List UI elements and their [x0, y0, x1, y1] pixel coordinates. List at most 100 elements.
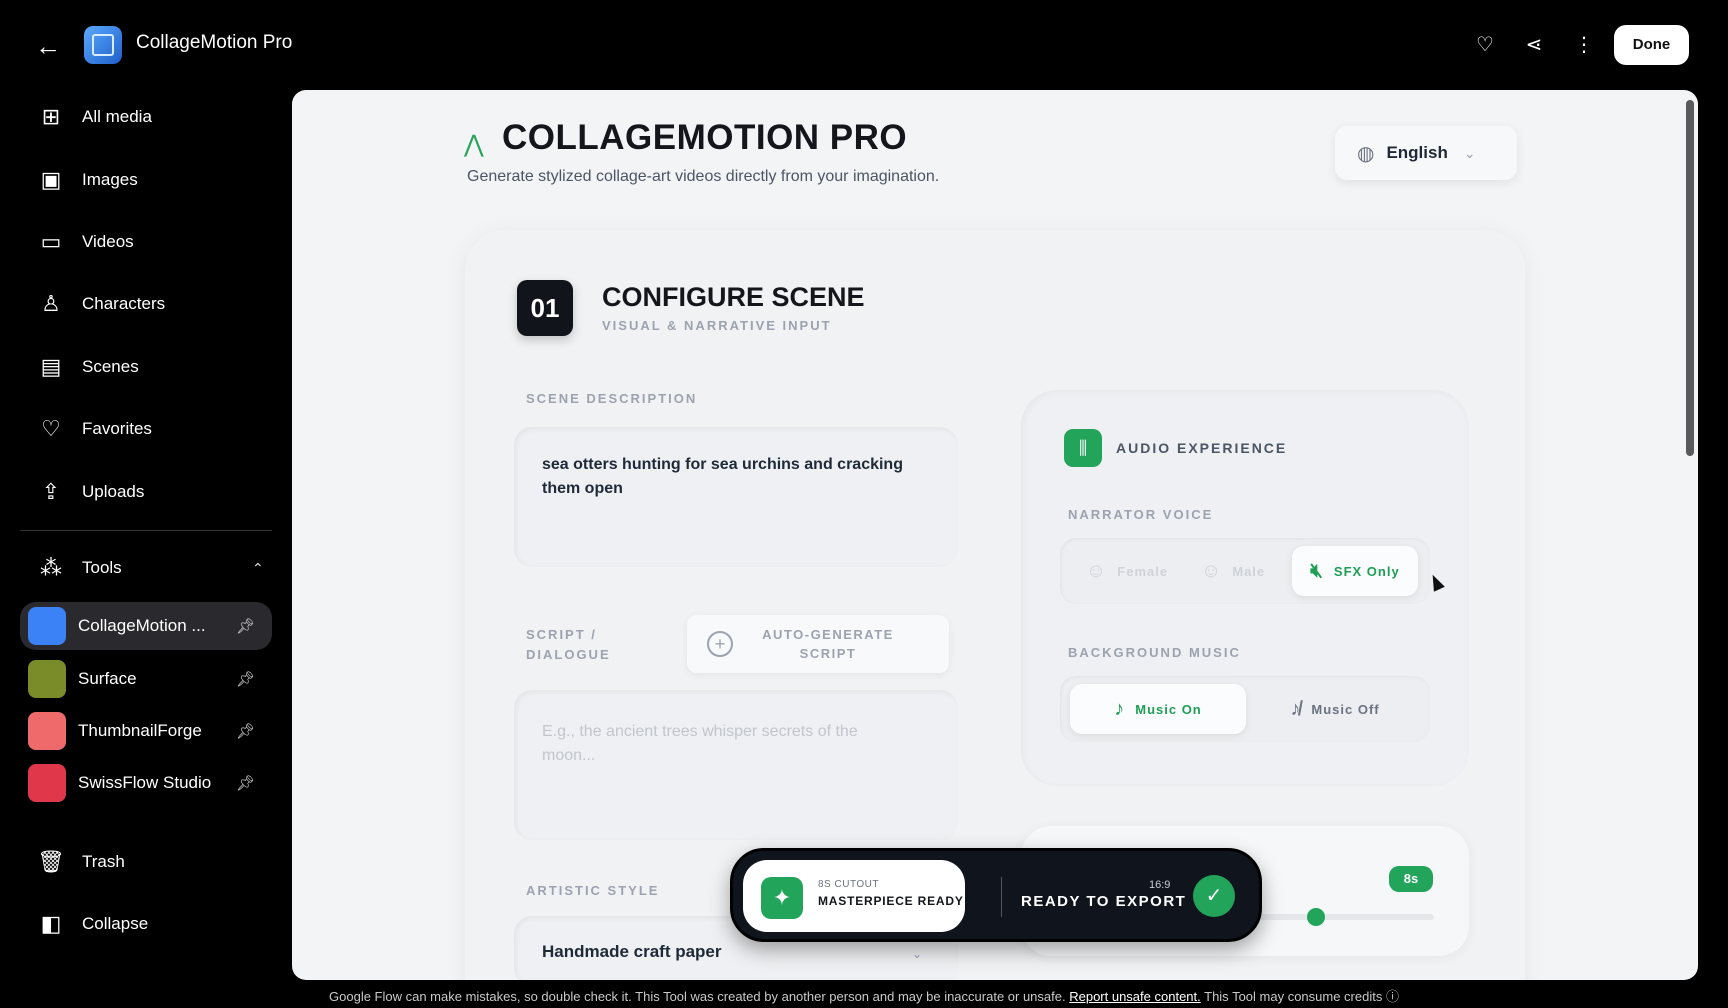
- narrator-male-option[interactable]: ☺ Male: [1188, 546, 1278, 596]
- auto-generate-script-button[interactable]: + AUTO-GENERATE SCRIPT: [687, 615, 949, 673]
- plus-circle-icon: +: [707, 631, 733, 657]
- music-note-icon: ♪: [1114, 697, 1126, 720]
- background-music-label: BACKGROUND MUSIC: [1068, 645, 1241, 660]
- sidebar: ⊞ All media ▣ Images ▭ Videos ♙ Characte…: [0, 90, 290, 1008]
- step-subtitle: VISUAL & NARRATIVE INPUT: [602, 318, 832, 333]
- male-face-icon: ☺: [1200, 559, 1223, 582]
- scene-description-value: sea otters hunting for sea urchins and c…: [542, 456, 903, 497]
- upload-icon: ⇪: [41, 479, 61, 504]
- music-off-label: Music Off: [1311, 701, 1380, 717]
- disclaimer-text: Google Flow can make mistakes, so double…: [329, 989, 1070, 1004]
- script-placeholder: E.g., the ancient trees whisper secrets …: [542, 723, 858, 764]
- tool-item-surface[interactable]: Surface 📌︎: [20, 655, 272, 703]
- info-icon[interactable]: ⓘ: [1386, 989, 1399, 1004]
- audio-wave-icon: ⫼: [1064, 429, 1102, 467]
- tool-item-thumbnailforge[interactable]: ThumbnailForge 📌︎: [20, 707, 272, 755]
- tools-label: Tools: [82, 558, 122, 577]
- audio-title: AUDIO EXPERIENCE: [1116, 440, 1288, 456]
- pin-icon[interactable]: 📌︎: [236, 774, 255, 792]
- toast-big-label: MASTERPIECE READY: [818, 894, 964, 908]
- sidebar-item-all-media[interactable]: ⊞ All media: [20, 90, 272, 144]
- collapse-icon: ◧: [40, 911, 62, 936]
- auto-generate-line2: SCRIPT: [799, 646, 857, 661]
- language-select[interactable]: ◍ English ⌄: [1335, 126, 1517, 180]
- surface-tool-icon: [28, 660, 66, 698]
- disclaimer-footer: Google Flow can make mistakes, so double…: [0, 986, 1728, 1005]
- ready-to-export-label: READY TO EXPORT: [1021, 893, 1187, 910]
- narrator-female-option[interactable]: ☺ Female: [1072, 546, 1182, 596]
- step-title: CONFIGURE SCENE: [602, 282, 865, 312]
- sidebar-item-label: Videos: [82, 232, 134, 251]
- sidebar-divider: [20, 530, 272, 531]
- music-off-option[interactable]: ♪̸ Music Off: [1252, 684, 1418, 734]
- pin-icon[interactable]: 📌︎: [236, 617, 255, 635]
- done-button[interactable]: Done: [1614, 25, 1689, 65]
- person-icon: ♙: [41, 291, 61, 316]
- duration-slider-track[interactable]: [1252, 914, 1434, 920]
- grid-icon: ⊞: [41, 104, 61, 129]
- aspect-ratio-label: 16:9: [1149, 879, 1171, 891]
- narrator-voice-label: NARRATOR VOICE: [1068, 507, 1214, 522]
- duration-badge: 8s: [1389, 866, 1433, 892]
- disclaimer-credits-text: This Tool may consume credits: [1200, 989, 1383, 1004]
- chevron-down-icon: ⌄: [1463, 144, 1476, 161]
- script-label-line1: SCRIPT /: [526, 627, 597, 642]
- tool-canvas: ⋀ COLLAGEMOTION PRO Generate stylized co…: [292, 90, 1698, 980]
- clapper-icon: ▤: [40, 354, 62, 379]
- duration-slider-thumb[interactable]: [1306, 908, 1325, 926]
- more-vertical-icon[interactable]: ⋮: [1567, 28, 1601, 62]
- tools-section-toggle[interactable]: ⁂ Tools ⌃: [20, 541, 272, 595]
- tool-label: SwissFlow Studio: [78, 773, 212, 792]
- globe-icon: ◍: [1357, 142, 1375, 165]
- checkmark-icon[interactable]: ✓: [1193, 875, 1235, 917]
- sidebar-item-images[interactable]: ▣ Images: [20, 153, 272, 207]
- sidebar-item-trash[interactable]: 🗑︎ Trash: [20, 835, 272, 889]
- sidebar-item-characters[interactable]: ♙ Characters: [20, 277, 272, 331]
- language-value: English: [1386, 143, 1448, 162]
- chevron-up-icon: ⌃: [252, 559, 264, 576]
- export-toast: ✦ 8S CUTOUT MASTERPIECE READY 16:9 READY…: [730, 848, 1262, 942]
- sidebar-item-label: Scenes: [82, 357, 139, 376]
- step-number: 01: [517, 280, 573, 336]
- tool-item-collagemotion[interactable]: CollageMotion ... 📌︎: [20, 602, 272, 650]
- artistic-style-value: Handmade craft paper: [542, 942, 722, 961]
- script-label-line2: DIALOGUE: [526, 647, 611, 662]
- narrator-sfx-only-option[interactable]: 🔇︎ SFX Only: [1292, 546, 1418, 596]
- artistic-style-label: ARTISTIC STYLE: [526, 883, 660, 898]
- video-icon: ▭: [40, 229, 62, 254]
- sidebar-item-label: Trash: [82, 852, 125, 871]
- auto-generate-label: AUTO-GENERATE SCRIPT: [733, 625, 923, 663]
- tool-item-swissflow[interactable]: SwissFlow Studio 📌︎: [20, 759, 272, 807]
- sidebar-item-label: Images: [82, 170, 138, 189]
- toast-divider: [1001, 877, 1002, 917]
- narrator-female-label: Female: [1117, 563, 1169, 579]
- heart-icon[interactable]: ♡: [1468, 28, 1502, 62]
- toast-small-label: 8S CUTOUT: [818, 879, 879, 890]
- narrator-male-label: Male: [1232, 563, 1266, 579]
- sidebar-item-label: All media: [82, 107, 152, 126]
- sidebar-item-collapse[interactable]: ◧ Collapse: [20, 897, 272, 951]
- pin-icon[interactable]: 📌︎: [236, 722, 255, 740]
- sidebar-item-favorites[interactable]: ♡ Favorites: [20, 402, 272, 456]
- sparkle-icon: ✦: [761, 877, 803, 919]
- pin-icon[interactable]: 📌︎: [236, 670, 255, 688]
- app-title: CollageMotion Pro: [136, 32, 293, 53]
- sidebar-item-videos[interactable]: ▭ Videos: [20, 215, 272, 269]
- report-unsafe-link[interactable]: Report unsafe content.: [1069, 989, 1201, 1004]
- page-subtitle: Generate stylized collage-art videos dir…: [467, 168, 940, 185]
- app-icon: [84, 26, 122, 64]
- scene-description-label: SCENE DESCRIPTION: [526, 391, 698, 406]
- compass-icon: ⋀: [464, 131, 484, 158]
- sidebar-item-uploads[interactable]: ⇪ Uploads: [20, 465, 272, 519]
- tool-label: Surface: [78, 669, 137, 688]
- swissflow-tool-icon: [28, 764, 66, 802]
- share-icon[interactable]: ⋖: [1517, 28, 1551, 62]
- tools-sparkle-icon: ⁂: [40, 555, 62, 580]
- sidebar-item-label: Characters: [82, 294, 166, 313]
- auto-generate-line1: AUTO-GENERATE: [762, 627, 894, 642]
- music-on-label: Music On: [1135, 701, 1202, 717]
- scrollbar[interactable]: [1686, 100, 1694, 456]
- sidebar-item-scenes[interactable]: ▤ Scenes: [20, 340, 272, 394]
- back-arrow-icon[interactable]: ←: [30, 28, 66, 64]
- music-on-option[interactable]: ♪ Music On: [1070, 684, 1246, 734]
